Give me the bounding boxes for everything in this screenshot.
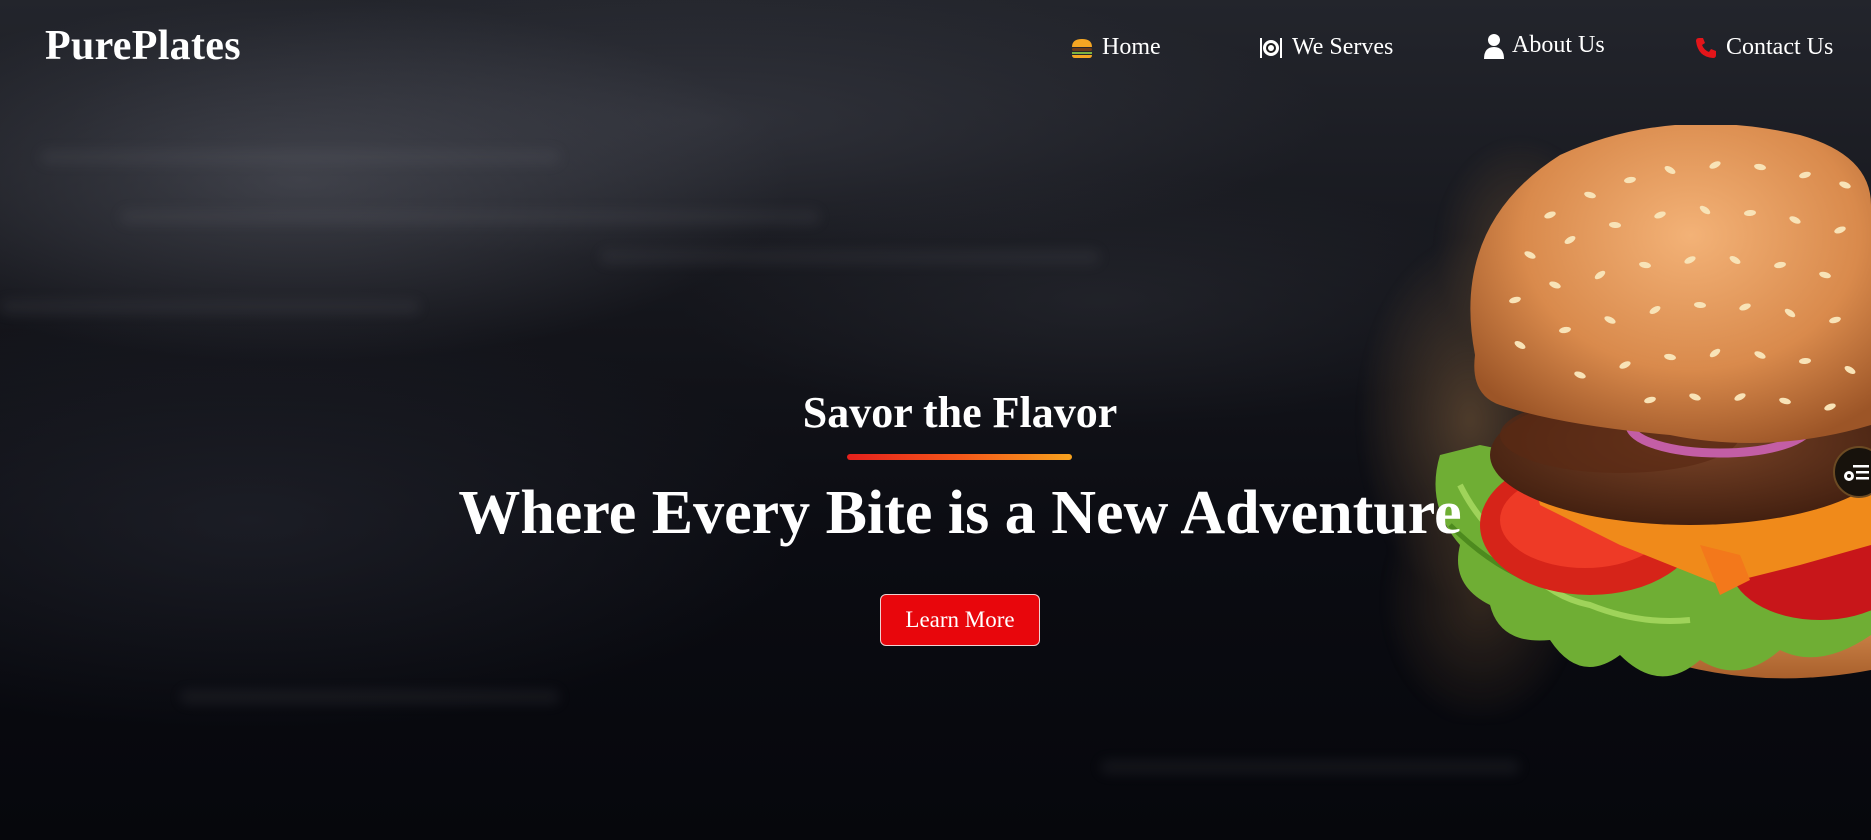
hero-headline: Where Every Bite is a New Adventure bbox=[458, 479, 1462, 547]
accessibility-menu-icon bbox=[1844, 465, 1869, 481]
background-streak bbox=[1100, 760, 1520, 774]
brand-logo[interactable]: PurePlates bbox=[45, 22, 241, 70]
nav-item-label: Home bbox=[1102, 34, 1161, 60]
phone-icon bbox=[1694, 36, 1718, 60]
background-streak bbox=[180, 690, 560, 704]
tagline-underline bbox=[847, 454, 1072, 460]
plate-cutlery-icon bbox=[1258, 35, 1284, 61]
nav-item-contact-us[interactable]: Contact Us bbox=[1694, 34, 1833, 61]
background-streak bbox=[120, 210, 820, 224]
background-streak bbox=[600, 250, 1100, 264]
burger-icon bbox=[1070, 37, 1094, 59]
nav-item-label: About Us bbox=[1512, 32, 1605, 58]
nav-item-we-serves[interactable]: We Serves bbox=[1258, 34, 1393, 61]
hero-section: PurePlates Home We Serves About Us Conta… bbox=[0, 0, 1871, 840]
nav-item-about-us[interactable]: About Us bbox=[1484, 32, 1605, 59]
top-navigation: PurePlates Home We Serves About Us Conta… bbox=[0, 0, 1871, 100]
nav-item-label: We Serves bbox=[1292, 34, 1394, 60]
hero-tagline: Savor the Flavor bbox=[802, 388, 1118, 437]
user-icon bbox=[1484, 33, 1504, 59]
nav-item-home[interactable]: Home bbox=[1070, 34, 1161, 61]
background-streak bbox=[40, 150, 560, 164]
background-streak bbox=[0, 300, 420, 314]
nav-item-label: Contact Us bbox=[1726, 34, 1834, 60]
learn-more-button[interactable]: Learn More bbox=[880, 594, 1040, 646]
